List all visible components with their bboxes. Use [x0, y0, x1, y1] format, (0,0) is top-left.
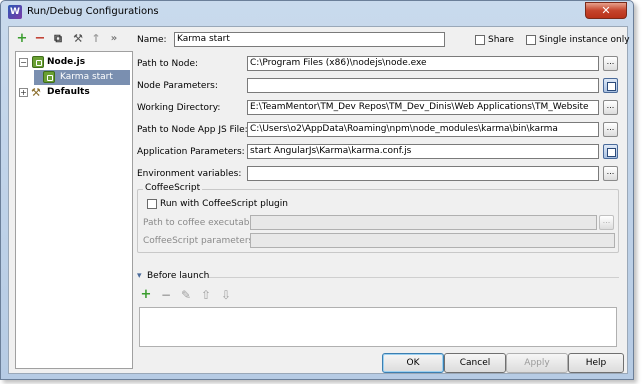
node-parameters-input[interactable]: [247, 78, 599, 93]
more-actions-icon[interactable]: »: [107, 32, 121, 46]
run-with-coffeescript-label: Run with CoffeeScript plugin: [160, 199, 288, 209]
remove-configuration-icon[interactable]: −: [33, 32, 47, 46]
before-launch-task-list[interactable]: [139, 307, 617, 347]
move-down-icon[interactable]: ⇩: [219, 289, 233, 303]
name-label: Name:: [137, 35, 167, 45]
collapse-expander-icon[interactable]: −: [19, 58, 28, 67]
path-to-app-js-label: Path to Node App JS File:: [137, 125, 248, 135]
window-title: Run/Debug Configurations: [27, 6, 159, 17]
edit-task-icon[interactable]: ✎: [179, 289, 193, 303]
close-window-button[interactable]: ✕: [585, 2, 627, 19]
browse-node-button[interactable]: ...: [603, 56, 618, 71]
path-to-node-label: Path to Node:: [137, 59, 199, 69]
nodejs-icon: [32, 56, 44, 68]
remove-task-icon[interactable]: −: [159, 289, 173, 303]
path-to-coffee-input[interactable]: [250, 215, 597, 230]
share-checkbox[interactable]: [475, 35, 485, 45]
name-input[interactable]: Karma start: [174, 32, 445, 47]
webstorm-app-icon: W: [8, 5, 22, 19]
before-launch-collapse-icon[interactable]: ▾: [137, 271, 142, 281]
title-bar[interactable]: W Run/Debug Configurations ✕: [1, 1, 633, 23]
configurations-tree[interactable]: − Node.js Karma start + ⚒ Defaults: [15, 51, 133, 369]
tree-node-label: Defaults: [47, 87, 90, 97]
tree-node-label: Node.js: [47, 57, 86, 67]
coffeescript-parameters-label: CoffeeScript parameters:: [143, 236, 257, 246]
cancel-button[interactable]: Cancel: [444, 353, 506, 373]
add-task-icon[interactable]: +: [139, 288, 153, 303]
expand-editor-icon[interactable]: [603, 144, 618, 159]
tree-node-nodejs[interactable]: − Node.js: [16, 55, 132, 70]
edit-defaults-icon[interactable]: ⚒: [71, 32, 85, 46]
before-launch-title: Before launch: [147, 271, 210, 281]
coffeescript-group-title: CoffeeScript: [143, 183, 203, 193]
single-instance-label: Single instance only: [539, 35, 630, 45]
add-configuration-icon[interactable]: +: [15, 32, 29, 46]
dialog-content: + − ⧉ ⚒ ↑ » − Node.js Karma start + ⚒ De…: [8, 26, 630, 374]
tree-node-karma-start[interactable]: Karma start: [34, 70, 130, 85]
node-parameters-label: Node Parameters:: [137, 81, 218, 91]
run-with-coffeescript-checkbox[interactable]: [147, 199, 157, 209]
environment-variables-input[interactable]: [247, 166, 599, 181]
tree-node-defaults[interactable]: + ⚒ Defaults: [16, 85, 132, 100]
browse-app-js-button[interactable]: ...: [603, 122, 618, 137]
share-label: Share: [488, 35, 514, 45]
application-parameters-input[interactable]: start AngularJs\Karma\karma.conf.js: [247, 144, 599, 159]
configurations-toolbar: + − ⧉ ⚒ ↑ »: [15, 32, 135, 48]
divider: [209, 277, 619, 278]
move-up-icon[interactable]: ⇧: [199, 289, 213, 303]
browse-coffee-button[interactable]: ...: [599, 215, 614, 230]
path-to-coffee-label: Path to coffee executable:: [143, 218, 261, 228]
working-directory-label: Working Directory:: [137, 103, 221, 113]
help-button[interactable]: Help: [568, 353, 624, 373]
single-instance-checkbox[interactable]: [526, 35, 536, 45]
application-parameters-label: Application Parameters:: [137, 147, 245, 157]
nodejs-icon: [43, 71, 55, 83]
path-to-node-input[interactable]: C:\Program Files (x86)\nodejs\node.exe: [247, 56, 599, 71]
working-directory-input[interactable]: E:\TeamMentor\TM_Dev Repos\TM_Dev_Dinis\…: [247, 100, 599, 115]
path-to-app-js-input[interactable]: C:\Users\o2\AppData\Roaming\npm\node_mod…: [247, 122, 599, 137]
edit-environment-variables-button[interactable]: ...: [603, 166, 618, 181]
tree-node-label: Karma start: [60, 72, 113, 82]
run-debug-dialog: W Run/Debug Configurations ✕ + − ⧉ ⚒ ↑ »…: [0, 0, 634, 380]
ok-button[interactable]: OK: [382, 353, 444, 373]
move-up-icon[interactable]: ↑: [89, 32, 103, 46]
wrench-icon: ⚒: [31, 86, 41, 99]
browse-working-directory-button[interactable]: ...: [603, 100, 618, 115]
expand-expander-icon[interactable]: +: [19, 88, 28, 97]
apply-button[interactable]: Apply: [506, 353, 568, 373]
copy-configuration-icon[interactable]: ⧉: [51, 32, 65, 46]
coffeescript-parameters-input[interactable]: [250, 233, 615, 248]
environment-variables-label: Environment variables:: [137, 169, 242, 179]
expand-editor-icon[interactable]: [603, 78, 618, 93]
